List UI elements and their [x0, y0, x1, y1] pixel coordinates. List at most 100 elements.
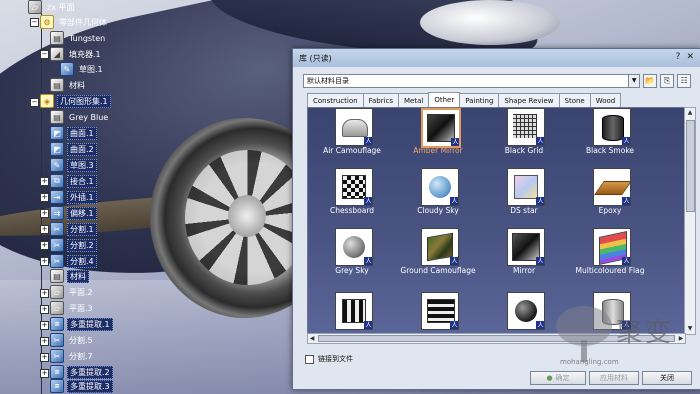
tree-item[interactable]: ✂ 分割.5: [50, 333, 95, 347]
tab-wood[interactable]: Wood: [589, 93, 622, 107]
tree-item[interactable]: ◢ 填充器.1: [50, 47, 103, 61]
material-item[interactable]: 人 Multicoloured Flag: [570, 228, 650, 286]
material-item[interactable]: 人 Amber Mirror: [398, 108, 478, 166]
material-item[interactable]: 人: [398, 292, 478, 334]
dialog-titlebar[interactable]: 库 (只读) ? ✕: [293, 49, 700, 67]
expand-icon[interactable]: +: [40, 225, 49, 234]
tree-item[interactable]: ⇉ 偏移.1: [50, 206, 97, 220]
tree-item[interactable]: ▤ 材料: [50, 269, 89, 283]
surface-icon: ◩: [50, 126, 64, 140]
material-item[interactable]: 人 DS star: [484, 168, 564, 226]
expand-icon[interactable]: +: [40, 369, 49, 378]
scroll-up-icon[interactable]: ▲: [685, 108, 695, 118]
expand-icon[interactable]: +: [40, 177, 49, 186]
layered-swatch: 人: [421, 292, 459, 330]
scroll-left-icon[interactable]: ◀: [308, 334, 316, 343]
ok-button[interactable]: ● 确定: [530, 371, 586, 385]
material-item[interactable]: 人 Grey Sky: [312, 228, 392, 286]
close-button[interactable]: 关闭: [642, 371, 692, 385]
tab-fabrics[interactable]: Fabrics: [362, 93, 400, 107]
mirror-swatch: 人: [507, 228, 545, 266]
tree-item[interactable]: ▱ 平面.2: [50, 285, 95, 299]
material-item[interactable]: 人 Air Camouflage: [312, 108, 392, 166]
tree-item[interactable]: ⇥ 外插.1: [50, 190, 97, 204]
material-badge-icon: 人: [364, 197, 372, 205]
material-item[interactable]: 人 Ground Camouflage: [398, 228, 478, 286]
multi-extract-icon: ⧈: [50, 379, 64, 393]
tree-item[interactable]: ✂ 分割.2: [50, 238, 97, 252]
tree-item[interactable]: ✂ 分割.4: [50, 254, 97, 268]
material-item[interactable]: 人: [312, 292, 392, 334]
apply-material-button[interactable]: 应用材料: [589, 371, 639, 385]
chevron-down-icon[interactable]: ▼: [628, 75, 640, 87]
tree-item[interactable]: ✂ 分割.7: [50, 349, 95, 363]
close-icon[interactable]: ✕: [686, 52, 694, 62]
help-button[interactable]: ?: [676, 52, 681, 62]
list-icon: ☷: [680, 76, 688, 85]
specification-tree[interactable]: ▱ zx 平面 − ⚙ 零部件几何体 ▤ Tungsten − ◢ 填充器.1 ✎ 草图.…: [0, 0, 120, 394]
watermark-url: mohangling.com: [560, 358, 619, 366]
fill-icon: ◢: [50, 47, 64, 61]
multi-extract-icon: ⧈: [50, 317, 64, 331]
tab-painting[interactable]: Painting: [459, 93, 500, 107]
tree-item[interactable]: ▱ zx 平面: [28, 0, 76, 14]
expand-icon[interactable]: +: [40, 305, 49, 314]
expand-icon[interactable]: −: [40, 50, 49, 59]
tree-item[interactable]: ⧈ 多重提取.1: [50, 317, 113, 331]
plane-icon: ▱: [50, 285, 64, 299]
expand-icon[interactable]: +: [40, 289, 49, 298]
material-badge-icon: 人: [622, 257, 630, 265]
material-item[interactable]: 人 Black Grid: [484, 108, 564, 166]
expand-icon[interactable]: +: [40, 337, 49, 346]
expand-icon[interactable]: +: [40, 257, 49, 266]
material-item[interactable]: 人 Cloudy Sky: [398, 168, 478, 226]
tree-item[interactable]: ⧈ 多重提取.3: [50, 379, 113, 393]
tree-item[interactable]: ▤ 材料: [50, 78, 87, 92]
link-button[interactable]: ⎘: [660, 74, 675, 88]
gear-icon: ⚙: [40, 15, 54, 29]
watermark: 聚变 mohangling.com: [548, 300, 698, 370]
tree-item[interactable]: ▱ 平面.3: [50, 301, 95, 315]
expand-icon[interactable]: −: [30, 18, 39, 27]
material-badge-icon: 人: [622, 197, 630, 205]
tree-item[interactable]: ◩ 曲面.1: [50, 126, 97, 140]
chessboard-swatch: 人: [335, 168, 373, 206]
expand-icon[interactable]: +: [40, 321, 49, 330]
tab-metal[interactable]: Metal: [398, 93, 430, 107]
tree-item[interactable]: ◩ 曲面.2: [50, 142, 97, 156]
tree-item[interactable]: ▤ Tungsten: [50, 31, 107, 45]
material-item[interactable]: 人 Chessboard: [312, 168, 392, 226]
tree-item[interactable]: ⚙ 零部件几何体: [40, 15, 109, 29]
grey-sky-swatch: 人: [335, 228, 373, 266]
scroll-thumb[interactable]: [686, 120, 695, 212]
material-item[interactable]: 人 Epoxy: [570, 168, 650, 226]
epoxy-swatch: 人: [593, 168, 631, 206]
tab-shape-review[interactable]: Shape Review: [498, 93, 560, 107]
material-item[interactable]: 人 Mirror: [484, 228, 564, 286]
tab-construction[interactable]: Construction: [307, 93, 364, 107]
catalog-select[interactable]: 默认材料目录 ▼: [303, 74, 641, 88]
tree-item[interactable]: ✂ 分割.1: [50, 222, 97, 236]
tree-item[interactable]: ◈ 几何图形集.1: [40, 94, 111, 108]
tree-item[interactable]: ✎ 草图.1: [60, 62, 105, 76]
expand-icon[interactable]: −: [30, 98, 39, 107]
expand-icon[interactable]: +: [40, 193, 49, 202]
split-icon: ✂: [50, 333, 64, 347]
expand-icon[interactable]: +: [40, 209, 49, 218]
material-item[interactable]: 人 Black Smoke: [570, 108, 650, 166]
folder-icon: 📂: [645, 76, 656, 85]
tab-stone[interactable]: Stone: [558, 93, 591, 107]
surface-icon: ◩: [50, 142, 64, 156]
cloudy-sky-swatch: 人: [421, 168, 459, 206]
link-to-file-checkbox[interactable]: [305, 354, 314, 364]
tree-item[interactable]: ⧈ 多重提取.2: [50, 365, 113, 379]
view-mode-button[interactable]: ☷: [677, 74, 691, 88]
expand-icon[interactable]: +: [40, 353, 49, 362]
tab-other[interactable]: Other: [428, 92, 461, 107]
tree-item[interactable]: ✎ 草图.3: [50, 158, 97, 172]
expand-icon[interactable]: +: [40, 241, 49, 250]
material-icon: ▤: [50, 31, 64, 45]
tree-item[interactable]: ⧉ 接合.1: [50, 174, 97, 188]
tree-item[interactable]: ▤ Grey Blue: [50, 110, 110, 124]
open-folder-button[interactable]: 📂: [643, 74, 658, 88]
